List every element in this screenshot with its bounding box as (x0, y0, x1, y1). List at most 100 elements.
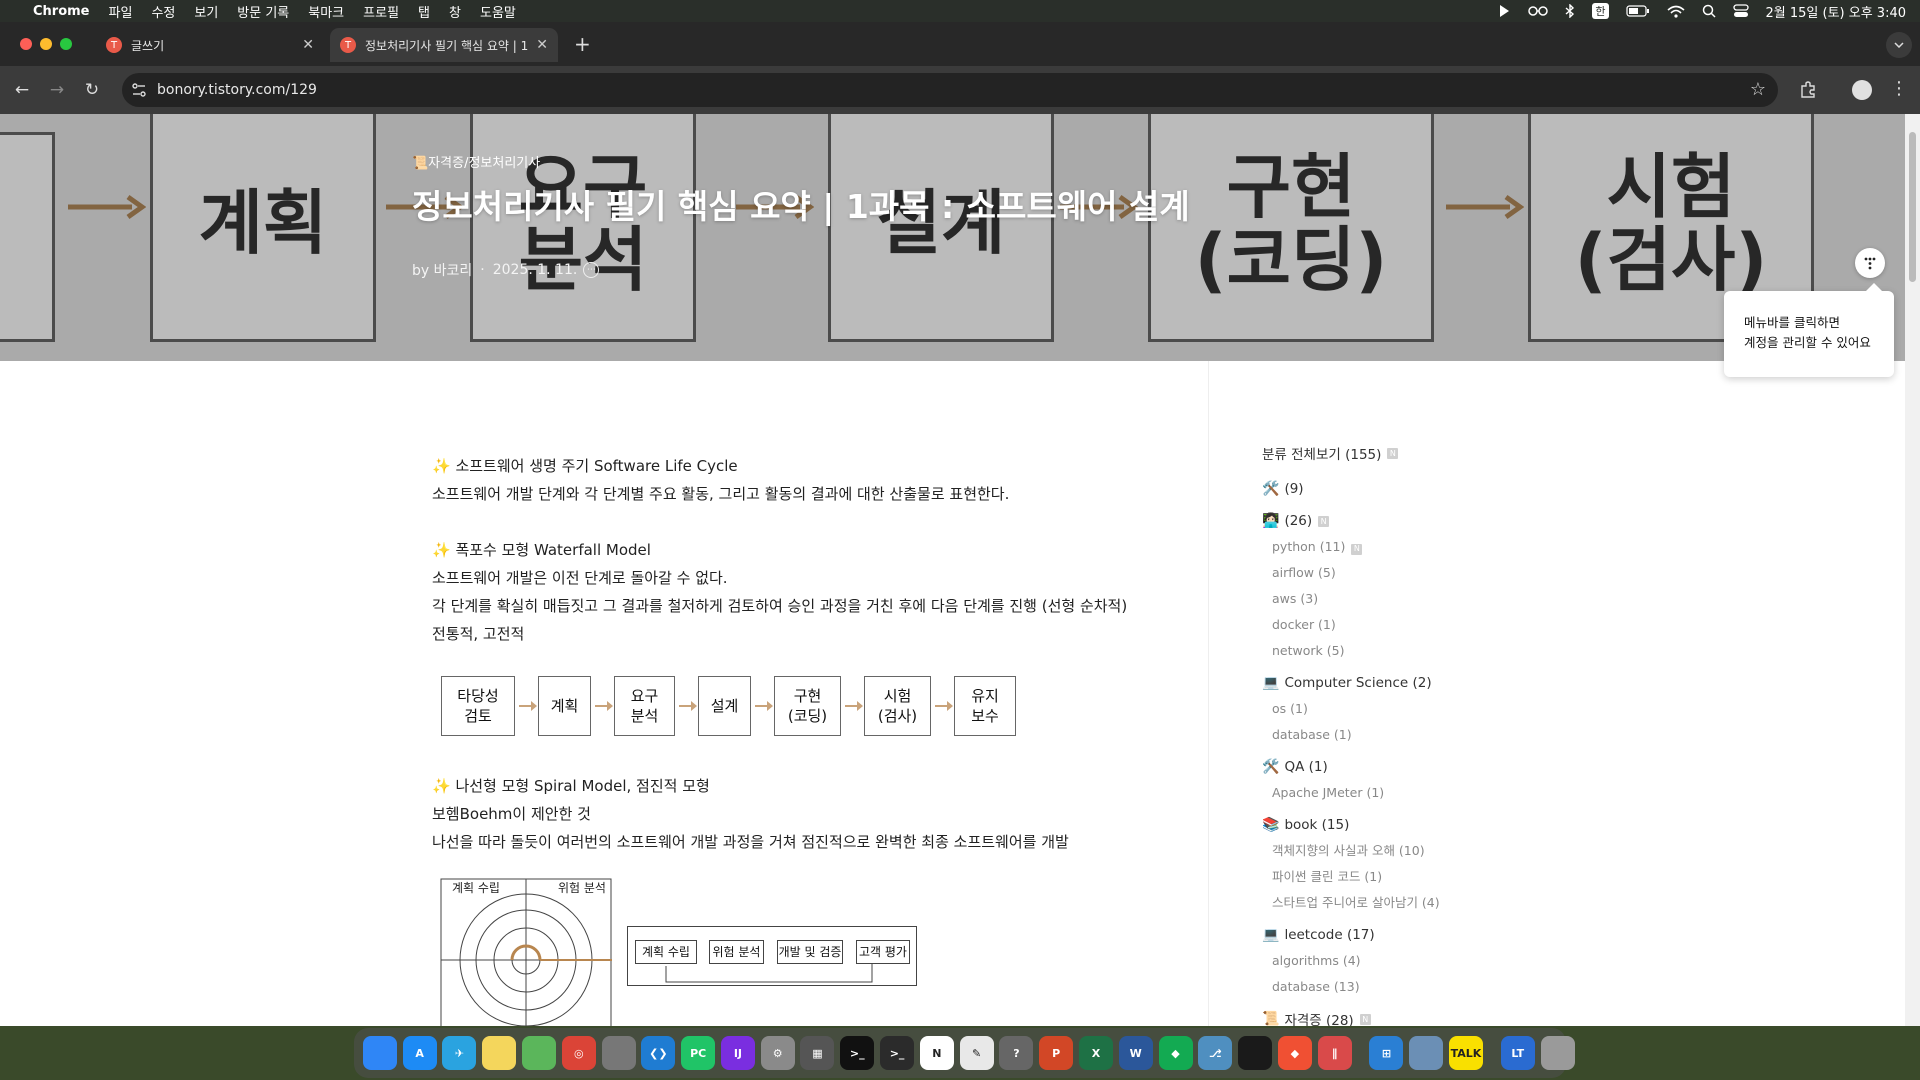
page-scrollbar[interactable] (1905, 114, 1920, 1026)
system-settings-icon[interactable]: ⚙ (760, 1036, 795, 1070)
subcategory-item[interactable]: 파이썬 클린 코드 (1) (1262, 864, 1562, 890)
tab-write[interactable]: T 글쓰기 ✕ (96, 28, 324, 62)
vscode-icon[interactable]: ❮❯ (641, 1036, 676, 1070)
parallels-icon[interactable]: ∥ (1317, 1036, 1352, 1070)
subcategory-item[interactable]: airflow (5) (1262, 560, 1562, 586)
subcategory-item[interactable]: Apache JMeter (1) (1262, 780, 1562, 806)
menubar-item-tab[interactable]: 탭 (418, 2, 430, 21)
menubar-item-file[interactable]: 파일 (109, 2, 133, 21)
notes-icon[interactable] (482, 1036, 517, 1070)
maps-icon[interactable] (522, 1036, 557, 1070)
subcategory-item[interactable]: os (1) (1262, 696, 1562, 722)
category-item[interactable]: 💻 leetcode (17) (1262, 922, 1562, 948)
category-item[interactable]: 👩🏻‍💻 (26) N (1262, 508, 1562, 534)
control-center-icon[interactable] (1732, 4, 1749, 18)
forward-button[interactable]: → (45, 78, 69, 102)
subcategory-item[interactable]: 스타트업 주니어로 살아남기 (4) (1262, 890, 1562, 916)
menubar-item-bookmarks[interactable]: 북마크 (308, 2, 344, 21)
console-icon[interactable] (1238, 1036, 1273, 1070)
word-icon[interactable]: W (1118, 1036, 1153, 1070)
extensions-icon[interactable] (1798, 80, 1818, 104)
back-button[interactable]: ← (10, 78, 34, 102)
subcategory-item[interactable]: python (11) N (1262, 534, 1562, 560)
zoom-window-button[interactable] (60, 38, 72, 50)
category-label[interactable]: (26) (1284, 513, 1312, 529)
subcategory-item[interactable]: 객체지향의 사실과 오해 (10) (1262, 838, 1562, 864)
finder-icon[interactable] (362, 1036, 397, 1070)
category-label[interactable]: Computer Science (2) (1284, 675, 1431, 691)
subcategory-item[interactable]: database (13) (1262, 974, 1562, 1000)
intellij-icon[interactable]: IJ (720, 1036, 755, 1070)
category-label[interactable]: 분류 전체보기 (155) (1262, 443, 1381, 463)
category-item[interactable]: 📚 book (15) (1262, 812, 1562, 838)
site-info-icon[interactable] (130, 81, 148, 103)
category-item[interactable]: 💻 Computer Science (2) (1262, 670, 1562, 696)
powerpoint-icon[interactable]: P (1039, 1036, 1074, 1070)
category-item[interactable]: 📜 자격증 (28) N (1262, 1006, 1562, 1026)
tab-close-icon[interactable]: ✕ (302, 37, 314, 53)
spotlight-search-icon[interactable] (1702, 4, 1716, 18)
menubar-item-help[interactable]: 도움말 (480, 2, 516, 21)
notion-icon[interactable]: N (919, 1036, 954, 1070)
input-source-icon[interactable]: 한 (1592, 3, 1609, 19)
category-item[interactable]: 🛠️ (9) (1262, 476, 1562, 502)
subcategory-item[interactable]: aws (3) (1262, 586, 1562, 612)
category-item[interactable]: 🛠️ QA (1) (1262, 754, 1562, 780)
app-store-icon[interactable]: A (402, 1036, 437, 1070)
workflow-icon[interactable]: ⎇ (1198, 1036, 1233, 1070)
category-label[interactable]: QA (1) (1284, 759, 1327, 775)
mongodb-icon[interactable]: ◆ (1158, 1036, 1193, 1070)
menubar-item-edit[interactable]: 수정 (151, 2, 175, 21)
reload-button[interactable]: ↻ (80, 78, 104, 102)
profile-avatar[interactable] (1852, 80, 1872, 100)
subcategory-item[interactable]: docker (1) (1262, 612, 1562, 638)
wifi-icon[interactable] (1666, 5, 1685, 18)
category-label[interactable]: (9) (1284, 481, 1303, 497)
textedit-icon[interactable]: ✎ (959, 1036, 994, 1070)
minimize-window-button[interactable] (40, 38, 52, 50)
languagetool-icon[interactable]: LT (1500, 1036, 1535, 1070)
chrome-icon[interactable]: ◎ (561, 1036, 596, 1070)
category-label[interactable]: leetcode (17) (1284, 927, 1374, 943)
iterm-icon[interactable]: >_ (840, 1036, 875, 1070)
bookmark-star-icon[interactable]: ☆ (1750, 79, 1766, 100)
glasses-icon[interactable] (1528, 5, 1549, 17)
subcategory-item[interactable]: algorithms (4) (1262, 948, 1562, 974)
address-bar[interactable]: bonory.tistory.com/129 ☆ (122, 73, 1778, 107)
bear-icon[interactable] (601, 1036, 636, 1070)
new-tab-button[interactable]: + (574, 32, 591, 56)
windows-icon[interactable]: ⊞ (1369, 1036, 1404, 1070)
menubar-item-profiles[interactable]: 프로필 (363, 2, 399, 21)
tab-close-icon[interactable]: ✕ (536, 37, 548, 53)
subcategory-item[interactable]: database (1) (1262, 722, 1562, 748)
pycharm-icon[interactable]: PC (681, 1036, 716, 1070)
battery-icon[interactable] (1625, 5, 1650, 17)
tab-search-button[interactable] (1886, 32, 1912, 58)
menubar-item-history[interactable]: 방문 기록 (237, 2, 289, 21)
close-window-button[interactable] (20, 38, 32, 50)
category-label[interactable]: 자격증 (28) (1284, 1009, 1353, 1026)
chrome-menu-icon[interactable]: ⋮ (1890, 78, 1908, 100)
post-options-icon[interactable]: ⋯ (583, 262, 600, 278)
help-icon[interactable]: ? (999, 1036, 1034, 1070)
menubar-datetime[interactable]: 2월 15일 (토) 오후 3:40 (1766, 2, 1906, 21)
kakaotalk-icon[interactable]: TALK (1448, 1036, 1483, 1070)
bluetooth-icon[interactable] (1565, 4, 1575, 18)
trash-icon[interactable] (1540, 1036, 1575, 1070)
menubar-item-view[interactable]: 보기 (194, 2, 218, 21)
subcategory-item[interactable]: network (5) (1262, 638, 1562, 664)
category-all[interactable]: 분류 전체보기 (155) N (1262, 440, 1562, 466)
git-icon[interactable]: ◆ (1277, 1036, 1312, 1070)
calculator-icon[interactable]: ▦ (800, 1036, 835, 1070)
menubar-app-name[interactable]: Chrome (33, 4, 90, 19)
preview-icon[interactable] (1409, 1036, 1444, 1070)
terminal-icon[interactable]: >_ (880, 1036, 915, 1070)
play-icon[interactable] (1497, 4, 1511, 18)
tistory-menu-button[interactable] (1855, 248, 1885, 278)
url-text[interactable]: bonory.tistory.com/129 (157, 82, 317, 98)
tab-post-active[interactable]: T 정보처리기사 필기 핵심 요약 | 1과목 ✕ (330, 28, 558, 62)
subcategory-label[interactable]: python (11) (1272, 539, 1345, 554)
category-label[interactable]: book (15) (1284, 817, 1349, 833)
excel-icon[interactable]: X (1078, 1036, 1113, 1070)
menubar-item-window[interactable]: 창 (449, 2, 461, 21)
